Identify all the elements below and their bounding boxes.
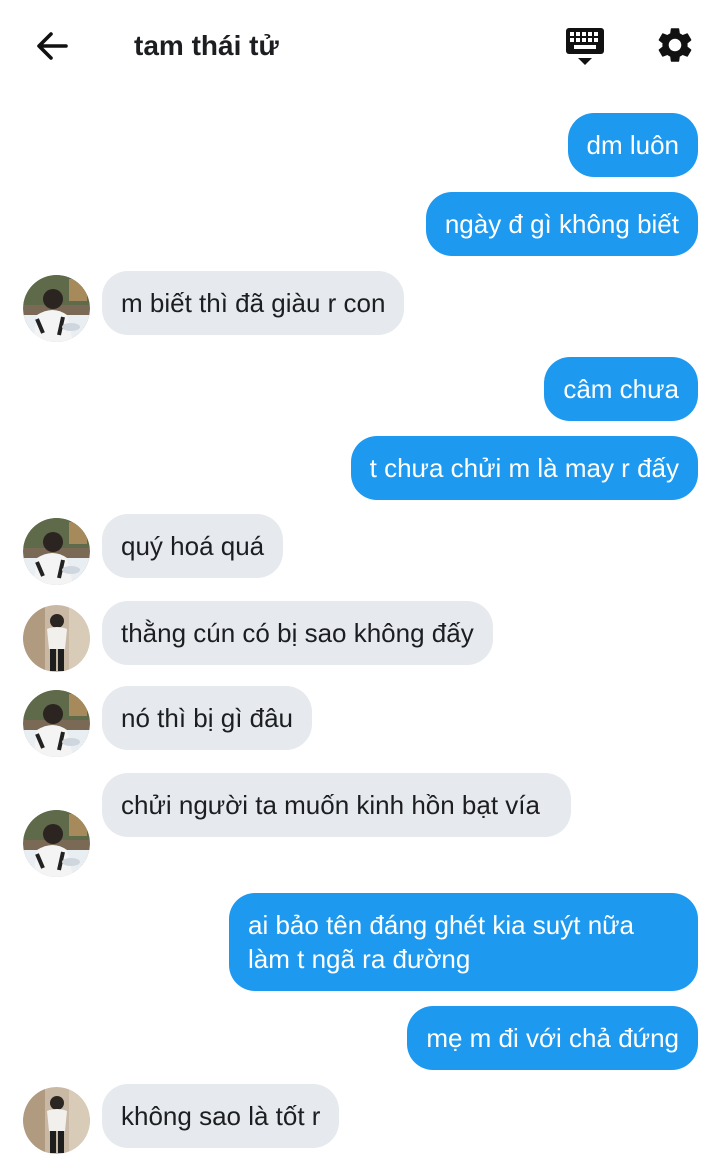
- back-button[interactable]: [32, 26, 72, 66]
- incoming-message[interactable]: không sao là tốt r: [102, 1084, 340, 1148]
- contact-avatar[interactable]: [23, 518, 90, 585]
- keyboard-button[interactable]: [563, 24, 607, 68]
- settings-button[interactable]: [654, 24, 696, 66]
- outgoing-message[interactable]: t chưa chửi m là may r đấy: [350, 436, 698, 500]
- incoming-message[interactable]: thằng cún có bị sao không đấy: [102, 601, 493, 665]
- incoming-message[interactable]: chửi người ta muốn kinh hồn bạt vía: [102, 773, 571, 837]
- arrow-left-icon: [37, 32, 68, 60]
- incoming-message[interactable]: quý hoá quá: [102, 514, 284, 578]
- contact-avatar[interactable]: [23, 275, 90, 342]
- contact-avatar[interactable]: [23, 810, 90, 877]
- gear-icon: [658, 28, 692, 62]
- chat-header: tam thái tử: [0, 0, 719, 92]
- keyboard-icon: [566, 28, 604, 65]
- contact-avatar[interactable]: [23, 605, 90, 672]
- outgoing-message[interactable]: ngày đ gì không biết: [425, 192, 698, 256]
- incoming-message[interactable]: nó thì bị gì đâu: [102, 686, 313, 750]
- outgoing-message[interactable]: ai bảo tên đáng ghét kia suýt nữa làm t …: [229, 893, 698, 991]
- outgoing-message[interactable]: dm luôn: [567, 113, 698, 177]
- outgoing-message[interactable]: mẹ m đi với chả đứng: [407, 1006, 698, 1070]
- conversation-title: tam thái tử: [134, 30, 279, 61]
- contact-avatar[interactable]: [23, 690, 90, 757]
- incoming-message[interactable]: m biết thì đã giàu r con: [102, 271, 405, 335]
- outgoing-message[interactable]: câm chưa: [544, 357, 698, 421]
- contact-avatar[interactable]: [23, 1087, 90, 1154]
